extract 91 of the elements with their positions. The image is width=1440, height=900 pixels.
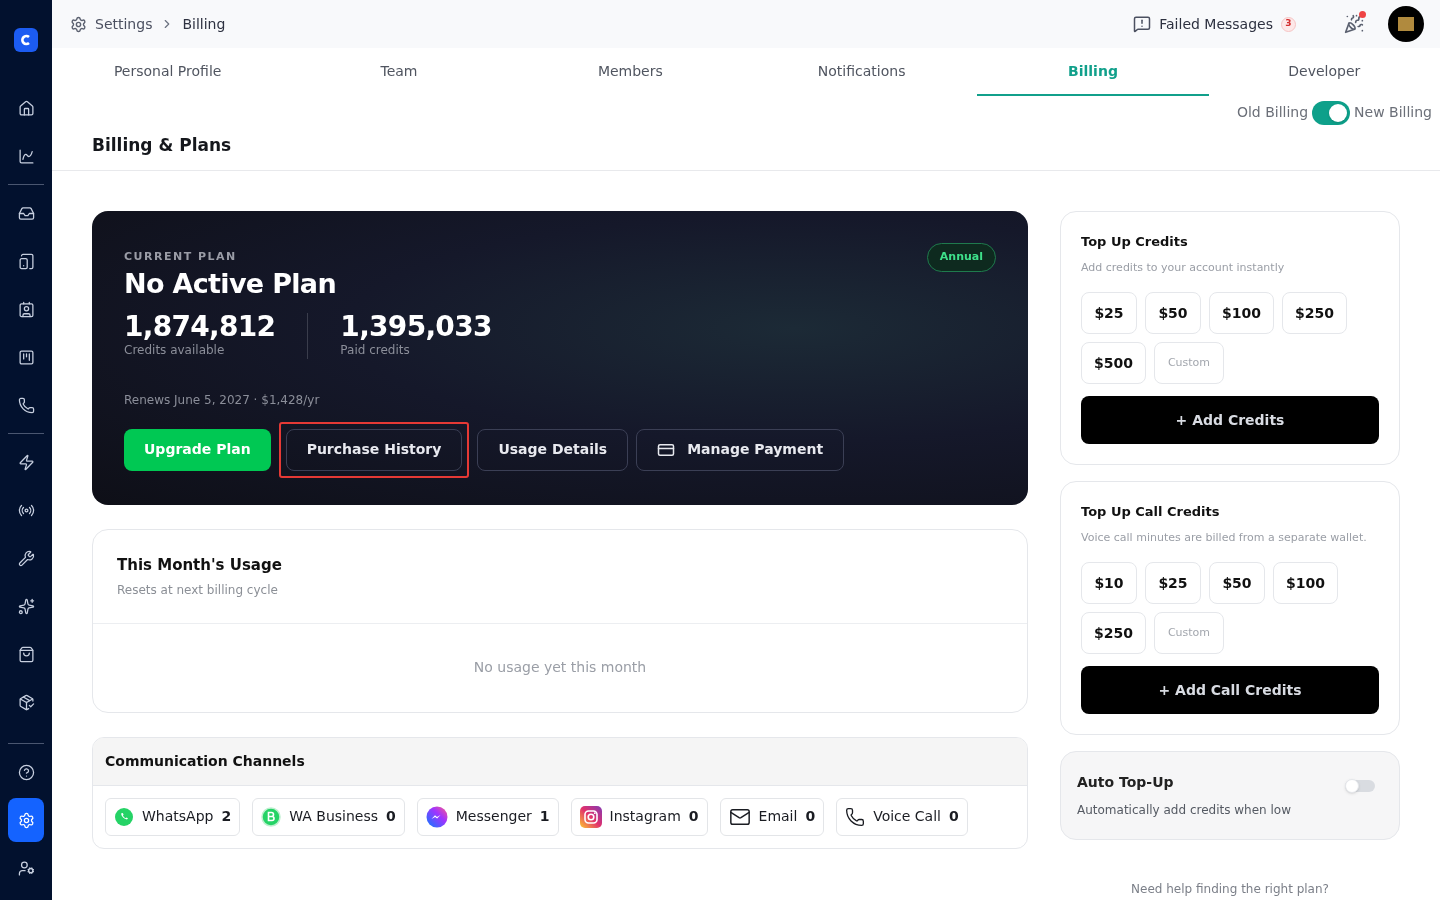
app-logo-icon[interactable]	[14, 28, 38, 52]
card-title: Communication Channels	[105, 751, 305, 771]
plan-eyebrow: CURRENT PLAN	[124, 250, 237, 263]
messenger-icon	[425, 805, 448, 828]
credit-label: Paid credits	[340, 341, 411, 359]
card-subtitle: Resets at next billing cycle	[117, 581, 279, 599]
auto-top-up-switch[interactable]	[1345, 780, 1375, 792]
channel-chip[interactable]: WhatsApp 2	[105, 797, 241, 836]
card-title: This Month's Usage	[117, 555, 283, 576]
plan-badge: Annual	[926, 243, 996, 272]
settings-tab[interactable]: Notifications	[746, 48, 978, 96]
renewal-info: Renews June 5, 2027 · $1,428/yr	[124, 391, 321, 409]
chart-icon	[17, 147, 35, 165]
sparkles-icon	[17, 597, 35, 615]
settings-tab[interactable]: Team	[283, 48, 515, 96]
amount-option[interactable]: $25	[1081, 292, 1137, 334]
breadcrumb-current: Billing	[182, 14, 226, 34]
bag-icon	[17, 645, 35, 663]
amount-option[interactable]: $100	[1209, 292, 1274, 334]
settings-nav-item[interactable]	[8, 798, 44, 842]
settings-tab[interactable]: Developer	[1208, 48, 1440, 96]
amount-option[interactable]: $500	[1081, 342, 1146, 384]
channel-name: Voice Call	[873, 807, 941, 826]
add-credits-button[interactable]: + Add Call Credits	[1081, 666, 1379, 714]
settings-tab[interactable]: Personal Profile	[52, 48, 284, 96]
channel-name: WhatsApp	[142, 807, 214, 826]
plan-action-button[interactable]: Usage Details	[477, 428, 629, 471]
credit-value: 1,874,812	[124, 312, 276, 341]
credit-label: Credits available	[124, 341, 226, 359]
card-subtitle: Voice call minutes are billed from a separate wallet.	[1081, 529, 1368, 546]
plan-action-button[interactable]: Purchase History	[285, 428, 463, 471]
breadcrumb-link[interactable]: Settings	[95, 13, 153, 35]
tools-icon	[17, 549, 35, 567]
channel-name: Instagram	[609, 807, 681, 826]
lightning-icon	[17, 453, 35, 471]
settings-icon	[70, 15, 87, 33]
channel-name: Messenger	[455, 807, 532, 826]
phone-icon	[845, 806, 866, 827]
toggle-label: New Billing	[1354, 103, 1432, 123]
help-icon	[17, 763, 35, 781]
empty-state-text: No usage yet this month	[473, 658, 647, 677]
amount-option[interactable]: $50	[1209, 562, 1265, 604]
channel-count: 2	[221, 807, 232, 826]
channel-chip[interactable]: Instagram 0	[570, 797, 708, 836]
settings-tab[interactable]: Members	[514, 48, 746, 96]
phone-device-icon	[17, 252, 35, 270]
channel-name: Email	[758, 807, 798, 826]
settings-icon	[17, 811, 35, 829]
channel-count: 0	[688, 807, 699, 826]
inbox-icon	[17, 204, 35, 222]
channel-chip[interactable]: WA Business 0	[252, 797, 405, 836]
channel-chip[interactable]: Email 0	[719, 797, 825, 836]
channel-count: 1	[539, 807, 550, 826]
card-subtitle: Automatically add credits when low	[1077, 802, 1291, 819]
kanban-icon	[17, 348, 35, 366]
avatar[interactable]	[1388, 6, 1424, 42]
help-text: Need help finding the right plan?	[1131, 882, 1329, 896]
amount-option[interactable]: $100	[1273, 562, 1338, 604]
credit-value: 1,395,033	[340, 312, 492, 341]
contact-icon	[17, 300, 35, 318]
business-chat-icon	[261, 806, 282, 827]
box-icon	[17, 693, 35, 711]
amount-option[interactable]: $250	[1281, 292, 1347, 334]
page-title: Billing & Plans	[92, 133, 233, 157]
add-credits-button[interactable]: + Add Credits	[1081, 396, 1379, 444]
channel-count: 0	[949, 807, 959, 826]
channel-chip[interactable]: Messenger 1	[416, 797, 559, 836]
card-title: Top Up Call Credits	[1081, 503, 1221, 521]
party-popper-icon[interactable]	[1344, 14, 1364, 34]
card-title: Top Up Credits	[1081, 233, 1189, 251]
count-badge: 3	[1281, 16, 1296, 32]
channel-chip[interactable]: Voice Call 0	[836, 797, 968, 836]
failed-messages-button[interactable]: Failed Messages	[1133, 13, 1273, 35]
home-icon	[17, 99, 35, 117]
amount-option[interactable]: $10	[1081, 562, 1137, 604]
toggle-label: Old Billing	[1236, 103, 1309, 123]
amount-option[interactable]: $250	[1081, 612, 1146, 654]
manage-payment-button[interactable]: Manage Payment	[636, 428, 845, 471]
channel-name: WA Business	[289, 807, 379, 826]
channel-count: 0	[386, 807, 396, 826]
channel-count: 0	[805, 807, 816, 826]
user-settings-icon	[17, 859, 35, 877]
amount-option[interactable]: $25	[1145, 562, 1201, 604]
billing-version-switch[interactable]	[1312, 100, 1351, 125]
card-title: Auto Top-Up	[1077, 773, 1175, 792]
camera-logo-icon	[579, 805, 602, 828]
card-subtitle: Add credits to your account instantly	[1081, 259, 1286, 276]
amount-option[interactable]: $50	[1145, 292, 1201, 334]
message-alert-icon	[1133, 15, 1152, 33]
phone-icon	[17, 396, 35, 414]
plan-name: No Active Plan	[124, 267, 337, 301]
